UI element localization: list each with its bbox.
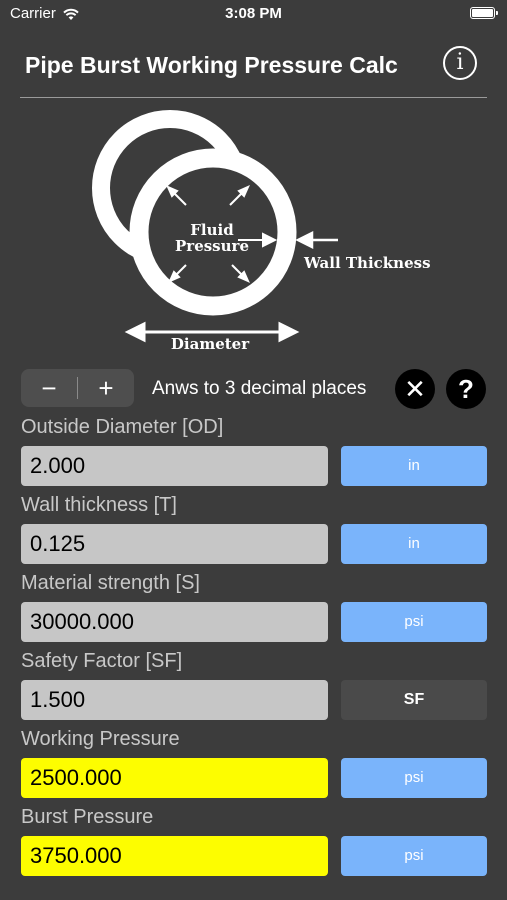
outside-diameter-label: Outside Diameter [OD]: [21, 416, 224, 438]
battery-icon: [470, 7, 498, 19]
help-button[interactable]: ?: [446, 369, 486, 409]
decrement-button[interactable]: −: [21, 369, 77, 407]
wall-arrow-icon: [295, 230, 338, 250]
info-button[interactable]: i: [443, 46, 477, 80]
burst-pressure-output[interactable]: 3750.000: [21, 836, 328, 876]
pressure-label-text: Pressure: [175, 237, 249, 255]
header-divider: [20, 97, 487, 98]
burst-pressure-unit-button[interactable]: psi: [341, 836, 487, 876]
diameter-label: Diameter: [171, 335, 250, 353]
increment-button[interactable]: +: [78, 369, 134, 407]
outside-diameter-unit-button[interactable]: in: [341, 446, 487, 486]
material-strength-unit-button[interactable]: psi: [341, 602, 487, 642]
pipe-diagram: Fluid Pressure Wall Thickness Diameter: [92, 110, 431, 353]
wall-thickness-input[interactable]: 0.125: [21, 524, 328, 564]
safety-factor-label: Safety Factor [SF]: [21, 650, 183, 672]
working-pressure-unit-button[interactable]: psi: [341, 758, 487, 798]
wall-thickness-label: Wall Thickness: [303, 254, 431, 272]
burst-pressure-label: Burst Pressure: [21, 806, 154, 828]
safety-factor-input[interactable]: 1.500: [21, 680, 328, 720]
wall-thickness-unit-button[interactable]: in: [341, 524, 487, 564]
wall-thickness-label: Wall thickness [T]: [21, 494, 177, 516]
page-title: Pipe Burst Working Pressure Calc: [25, 52, 398, 78]
clear-button[interactable]: ✕: [395, 369, 435, 409]
working-pressure-output[interactable]: 2500.000: [21, 758, 328, 798]
outside-diameter-input[interactable]: 2.000: [21, 446, 328, 486]
working-pressure-label: Working Pressure: [21, 728, 180, 750]
status-time: 3:08 PM: [225, 5, 282, 22]
decimal-stepper[interactable]: − +: [21, 369, 134, 407]
material-strength-label: Material strength [S]: [21, 572, 200, 594]
material-strength-input[interactable]: 30000.000: [21, 602, 328, 642]
decimal-places-label: Anws to 3 decimal places: [152, 378, 367, 399]
safety-factor-unit-button[interactable]: SF: [341, 680, 487, 720]
status-bar: Carrier 3:08 PM: [0, 0, 507, 30]
